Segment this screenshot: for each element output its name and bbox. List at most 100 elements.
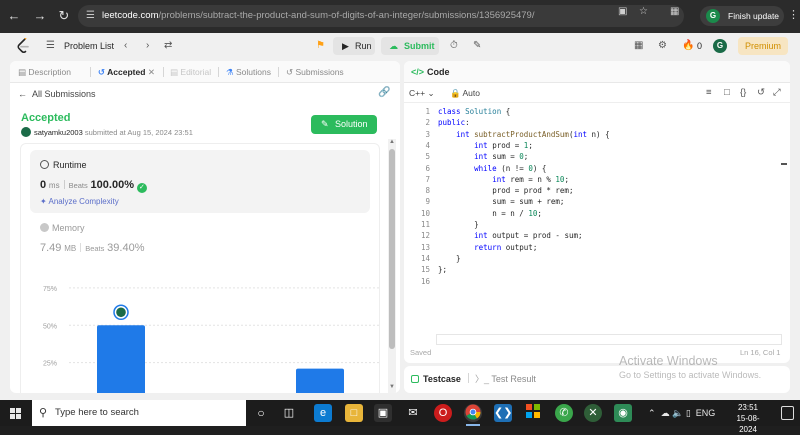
url-path: /problems/subtract-the-product-and-sum-o… <box>158 10 535 21</box>
finish-update-button[interactable]: G Finish update <box>700 6 784 26</box>
back-icon[interactable]: ← <box>6 8 22 24</box>
code-line[interactable]: return output; <box>438 243 537 252</box>
forward-icon[interactable]: → <box>32 8 48 24</box>
code-line[interactable]: int rem = n % 10; <box>438 175 569 184</box>
problem-list-link[interactable]: Problem List <box>64 38 114 54</box>
scroll-up-icon[interactable]: ▲ <box>388 139 396 145</box>
panel-scrollbar[interactable]: ▲ ▼ <box>388 139 396 393</box>
reload-icon[interactable]: ↻ <box>56 8 72 24</box>
braces-icon[interactable]: {} <box>740 87 746 98</box>
more-menu-icon[interactable]: ⋮ <box>788 8 799 21</box>
network-icon[interactable]: ☁ <box>661 408 670 418</box>
timer-icon[interactable]: ⏱ <box>450 38 458 54</box>
code-line[interactable]: } <box>438 220 479 229</box>
memory-label[interactable]: Memory <box>40 222 85 234</box>
notification-center-icon[interactable] <box>781 406 794 420</box>
tab-description-label: Description <box>28 67 71 77</box>
scroll-thumb[interactable] <box>389 149 395 349</box>
code-line[interactable]: int sum = 0; <box>438 152 528 161</box>
premium-button[interactable]: Premium <box>738 37 788 55</box>
opera-browser-icon[interactable]: O <box>434 404 452 422</box>
language-select[interactable]: C++ ⌄ <box>409 88 435 99</box>
tab-test-result[interactable]: 〉_ Test Result <box>468 373 536 385</box>
code-line[interactable]: int output = prod - sum; <box>438 231 582 240</box>
fullscreen-icon[interactable]: ⤢ <box>773 87 781 98</box>
store-icon[interactable]: ▣ <box>374 404 392 422</box>
runtime-box[interactable]: Runtime 0 ms Beats 100.00% ✓ ✦ Analyze Com… <box>30 150 370 213</box>
notes-icon[interactable]: ✎ <box>473 38 481 54</box>
address-bar[interactable]: ☰ leetcode.com/problems/subtract-the-pro… <box>78 5 684 27</box>
site-info-icon[interactable]: ☰ <box>86 5 95 27</box>
streak-fire-icon[interactable]: 🔥 <box>682 38 694 54</box>
extensions-icon[interactable]: ▦ <box>670 6 679 17</box>
notes-list-icon[interactable]: ≡ <box>706 87 712 98</box>
language-indicator[interactable]: ENG <box>696 408 716 418</box>
screenshot-icon[interactable]: ▣ <box>618 6 627 17</box>
xbox-icon[interactable]: ✕ <box>584 404 602 422</box>
analyze-complexity-link[interactable]: ✦ Analyze Complexity <box>40 197 119 206</box>
run-button[interactable]: ▶ Run <box>333 37 375 55</box>
runtime-unit: ms <box>48 181 60 190</box>
url-domain: leetcode.com <box>102 10 159 21</box>
close-tab-icon[interactable]: ✕ <box>148 67 155 77</box>
edge-browser-icon[interactable]: e <box>314 404 332 422</box>
show-hidden-icons-icon[interactable]: ⌃ <box>648 408 656 418</box>
settings-gear-icon[interactable]: ⚙ <box>658 38 667 54</box>
scroll-down-icon[interactable]: ▼ <box>388 384 396 390</box>
tab-submissions[interactable]: ↺ Submissions <box>286 61 344 83</box>
tab-code[interactable]: </> Code <box>411 61 450 83</box>
submitter-username[interactable]: satyamku2003 <box>34 128 83 137</box>
layout-icon[interactable]: ▦ <box>634 38 643 54</box>
shuffle-icon[interactable]: ⇄ <box>164 38 172 54</box>
submit-button[interactable]: ☁ Submit <box>381 37 439 55</box>
code-line[interactable]: }; <box>438 265 447 274</box>
tab-description[interactable]: ▤ Description <box>18 61 71 83</box>
all-submissions-link[interactable]: ← All Submissions <box>18 88 96 100</box>
chart-bar[interactable] <box>97 325 145 393</box>
tab-testcase[interactable]: Testcase <box>411 373 461 385</box>
divider <box>468 373 469 383</box>
user-avatar[interactable]: G <box>713 39 727 53</box>
task-view-icon[interactable]: ◫ <box>280 404 298 422</box>
battery-icon[interactable]: ▯ <box>686 408 691 418</box>
prev-problem-icon[interactable]: ‹ <box>124 38 127 54</box>
auto-mode[interactable]: 🔒 Auto <box>450 88 480 99</box>
tab-accepted[interactable]: ↺ Accepted ✕ <box>98 61 155 83</box>
vscode-icon[interactable]: ❮❯ <box>494 404 512 422</box>
code-line[interactable]: int prod = 1; <box>438 141 533 150</box>
taskbar-search-input[interactable]: ⚲ Type here to search <box>32 400 246 426</box>
code-line[interactable]: sum = sum + rem; <box>438 197 564 206</box>
solution-button[interactable]: ✎ Solution <box>311 115 377 134</box>
problem-list-icon[interactable]: ☰ <box>46 38 55 54</box>
taskbar-clock[interactable]: 23:51 15-08-2024 <box>728 402 768 435</box>
bookmark-star-icon[interactable]: ☆ <box>639 6 648 17</box>
language-value: C++ <box>409 88 426 98</box>
whatsapp-icon[interactable]: ✆ <box>555 404 573 422</box>
chrome-browser-icon[interactable] <box>464 404 482 422</box>
bookmark-icon[interactable]: □ <box>724 87 730 98</box>
reset-icon[interactable]: ↺ <box>757 87 765 98</box>
code-line[interactable]: public: <box>438 118 470 127</box>
debug-icon[interactable]: ⚑ <box>316 38 325 54</box>
share-link-icon[interactable]: 🔗 <box>378 87 390 98</box>
system-tray[interactable]: ⌃ ☁ 🔈 ▯ ENG <box>648 404 715 422</box>
editor-scrollbar[interactable] <box>781 149 787 363</box>
code-line[interactable]: class Solution { <box>438 107 510 116</box>
code-line[interactable]: prod = prod * rem; <box>438 186 573 195</box>
code-line[interactable]: while (n != 0) { <box>438 164 546 173</box>
code-editor[interactable]: 1 class Solution {2 public: 3 int subtractP… <box>404 105 790 345</box>
leetcode-logo-icon[interactable] <box>16 38 30 54</box>
office-apps-icon[interactable] <box>524 404 542 422</box>
code-line[interactable]: int subtractProductAndSum(int n) { <box>438 130 610 139</box>
next-problem-icon[interactable]: › <box>146 38 149 54</box>
photos-icon[interactable]: ◉ <box>614 404 632 422</box>
file-explorer-icon[interactable]: □ <box>345 404 363 422</box>
windows-start-icon[interactable] <box>0 400 30 426</box>
code-line[interactable]: } <box>438 254 461 263</box>
tab-solutions[interactable]: ⚗ Solutions <box>226 61 271 83</box>
volume-icon[interactable]: 🔈 <box>672 408 683 418</box>
cortana-icon[interactable]: ○ <box>252 404 270 422</box>
mail-icon[interactable]: ✉ <box>404 404 422 422</box>
code-line[interactable]: n = n / 10; <box>438 209 542 218</box>
tab-editorial[interactable]: ▤ Editorial <box>170 61 211 83</box>
